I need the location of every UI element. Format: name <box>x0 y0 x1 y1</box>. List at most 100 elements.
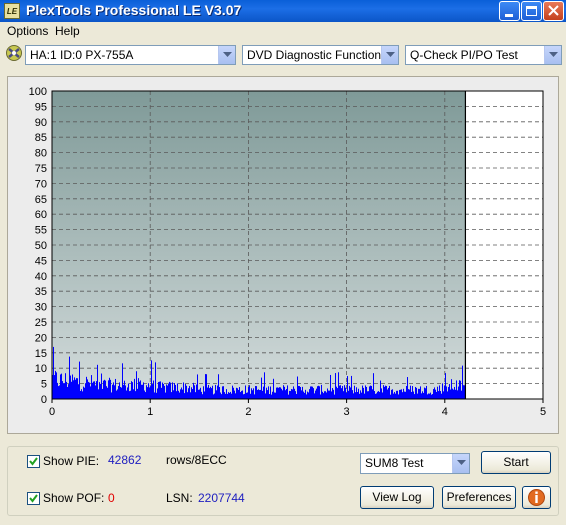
chevron-down-icon <box>218 46 235 64</box>
pie-bar <box>345 387 346 399</box>
pie-bar <box>407 377 408 399</box>
pie-bar <box>255 386 256 399</box>
pie-bar <box>318 385 319 399</box>
pie-bar <box>241 390 242 399</box>
check-icon <box>29 457 38 466</box>
test-select[interactable]: Q-Check PI/PO Test <box>405 45 562 65</box>
pie-bar <box>312 386 313 399</box>
pie-bar <box>250 393 251 399</box>
pie-bar <box>130 390 131 399</box>
y-tick-label: 60 <box>35 209 47 221</box>
pie-bar <box>291 389 292 399</box>
pie-bar <box>183 382 184 399</box>
pie-bar <box>66 381 67 399</box>
function-select[interactable]: DVD Diagnostic Functions <box>242 45 399 65</box>
pie-bar <box>122 363 123 399</box>
pie-bar <box>65 373 66 399</box>
pie-bar <box>75 379 76 399</box>
view-log-button[interactable]: View Log <box>360 486 434 509</box>
menu-bar: Options Help <box>0 22 566 41</box>
pie-bar <box>447 391 448 399</box>
close-button[interactable] <box>543 1 564 21</box>
pie-bar <box>84 387 85 399</box>
pie-bar <box>142 384 143 399</box>
pie-bar <box>403 388 404 399</box>
pie-bar <box>211 388 212 399</box>
pie-bar <box>242 390 243 399</box>
pi-po-chart: 0510152025303540455055606570758085909510… <box>29 86 546 418</box>
pie-bar <box>56 372 57 399</box>
pie-bar <box>311 386 312 399</box>
pie-bar <box>342 385 343 399</box>
pie-bar <box>387 389 388 399</box>
show-pof-checkbox[interactable] <box>27 492 40 505</box>
pie-bar <box>308 392 309 399</box>
y-tick-label: 80 <box>35 148 47 160</box>
pie-unit: rows/8ECC <box>166 453 227 467</box>
pie-bar <box>359 393 360 399</box>
pie-bar <box>171 392 172 399</box>
pie-bar <box>210 386 211 399</box>
pie-bar <box>218 374 219 399</box>
pie-bar <box>215 384 216 399</box>
preferences-button[interactable]: Preferences <box>442 486 516 509</box>
pie-bar <box>201 391 202 399</box>
pie-bar <box>275 392 276 399</box>
pie-bar <box>289 390 290 399</box>
pie-bar <box>273 378 274 399</box>
pie-bar <box>149 387 150 399</box>
pie-bar <box>147 387 148 399</box>
pie-bar <box>154 392 155 399</box>
pie-bar <box>72 374 73 399</box>
pie-bar <box>178 390 179 399</box>
chevron-down-icon <box>452 454 469 473</box>
pie-bar <box>67 386 68 399</box>
menu-help[interactable]: Help <box>55 24 80 38</box>
pie-bar <box>301 390 302 399</box>
pie-bar <box>404 391 405 399</box>
pie-bar <box>384 386 385 399</box>
pie-bar <box>80 390 81 399</box>
title-bar[interactable]: LE PlexTools Professional LE V3.07 <box>0 0 566 22</box>
maximize-button[interactable] <box>521 1 542 21</box>
pie-bar <box>238 389 239 399</box>
pie-bar <box>283 385 284 399</box>
minimize-button[interactable] <box>499 1 520 21</box>
pie-bar <box>175 385 176 399</box>
pie-bar <box>186 385 187 399</box>
pie-bar <box>203 386 204 399</box>
pie-bar <box>321 384 322 399</box>
pie-bar <box>428 393 429 399</box>
start-button[interactable]: Start <box>481 451 551 474</box>
pie-bar <box>366 386 367 399</box>
mode-select[interactable]: SUM8 Test <box>360 453 470 474</box>
pie-bar <box>425 388 426 399</box>
pie-bar <box>92 382 93 399</box>
pie-bar <box>375 393 376 399</box>
pie-bar <box>401 389 402 399</box>
menu-options[interactable]: Options <box>7 24 48 38</box>
pie-bar <box>143 382 144 399</box>
pie-bar <box>91 375 92 399</box>
pie-bar <box>214 393 215 399</box>
pie-bar <box>228 392 229 399</box>
pie-bar <box>390 394 391 399</box>
pie-bar <box>233 387 234 399</box>
info-button[interactable] <box>522 486 551 509</box>
show-pie-checkbox[interactable] <box>27 455 40 468</box>
pie-bar <box>194 385 195 399</box>
pie-bar <box>442 383 443 399</box>
pie-bar <box>385 385 386 399</box>
show-pie-label: Show PIE: <box>43 454 100 468</box>
x-tick-label: 1 <box>147 406 153 418</box>
pie-bar <box>208 385 209 399</box>
pie-bar <box>96 381 97 399</box>
pie-bar <box>76 378 77 399</box>
pie-bar <box>189 385 190 399</box>
pie-bar <box>276 387 277 399</box>
drive-select[interactable]: HA:1 ID:0 PX-755A <box>25 45 236 65</box>
pie-bar <box>97 364 98 399</box>
pie-bar <box>264 372 265 399</box>
pie-bar <box>435 389 436 399</box>
pie-bar <box>64 383 65 399</box>
